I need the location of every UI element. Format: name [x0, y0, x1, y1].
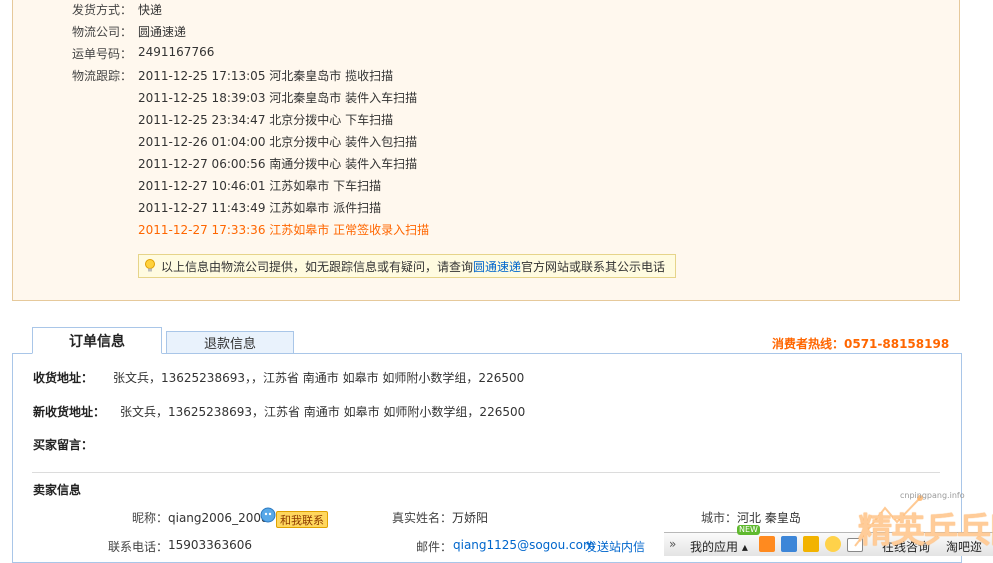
tracking-event: 2011-12-27 06:00:56 南通分拨中心 装件入车扫描 [138, 157, 418, 171]
shipping-method-label: 发货方式： [72, 3, 133, 17]
tracking-number-label: 运单号码： [72, 47, 133, 61]
new-shipping-address-label: 新收货地址： [33, 405, 106, 419]
tracking-event: 2011-12-26 01:04:00 北京分拨中心 装件入包扫描 [138, 135, 418, 149]
tracking-event: 2011-12-25 18:39:03 河北秦皇岛市 装件入车扫描 [138, 91, 418, 105]
watermark-text: 精英乒乓网 [858, 511, 993, 551]
tracking-event-latest: 2011-12-27 17:33:36 江苏如皋市 正常签收录入扫描 [138, 223, 430, 237]
tab-order-info[interactable]: 订单信息 [32, 327, 162, 354]
seller-info-title: 卖家信息 [33, 483, 82, 497]
consumer-hotline: 消费者热线：0571-88158198 [772, 337, 950, 351]
tracking-event: 2011-12-27 10:46:01 江苏如皋市 下车扫描 [138, 179, 382, 193]
app-icon-yellow[interactable] [803, 536, 819, 552]
lightbulb-icon [143, 259, 157, 273]
watermark-url: cnpingpang.info [900, 491, 965, 500]
tracking-label: 物流跟踪： [72, 69, 133, 83]
tracking-event: 2011-12-27 11:43:49 江苏如皋市 派件扫描 [138, 201, 382, 215]
tracking-event: 2011-12-25 23:34:47 北京分拨中心 下车扫描 [138, 113, 394, 127]
app-icon-blue[interactable] [781, 536, 797, 552]
seller-realname-label: 真实姓名： [392, 511, 453, 525]
tip-prefix: 以上信息由物流公司提供，如无跟踪信息或有疑问，请查询 [161, 259, 474, 274]
seller-phone-value: 15903363606 [168, 538, 252, 552]
contact-me-button[interactable]: 和我联系 [276, 511, 328, 528]
seller-city-value: 河北 秦皇岛 [737, 511, 801, 525]
seller-city-label: 城市： [701, 511, 738, 525]
tab-refund-info[interactable]: 退款信息 [166, 331, 294, 354]
app-icon-orange[interactable] [759, 536, 775, 552]
new-badge: NEW [737, 525, 760, 535]
chat-icon[interactable] [260, 507, 276, 523]
courier-site-link[interactable]: 圆通速递 [473, 260, 521, 274]
seller-phone-label: 联系电话： [108, 540, 169, 554]
send-message-link[interactable]: 发送站内信 [585, 538, 645, 555]
seller-email-link[interactable]: qiang1125@sogou.com [453, 538, 595, 552]
logistics-company-value: 圆通速递 [138, 25, 187, 39]
shipping-address-value: 张文兵，13625238693，，江苏省 南通市 如皋市 如师附小数学组，226… [113, 371, 525, 385]
seller-email-label: 邮件： [416, 540, 453, 554]
seller-nick-value: qiang2006_2008 [168, 511, 269, 525]
my-apps-button[interactable]: 我的应用 ▴ [690, 538, 748, 555]
logistics-tip: 以上信息由物流公司提供，如无跟踪信息或有疑问，请查询圆通速递官方网站或联系其公示… [138, 254, 676, 278]
buyer-message-label: 买家留言： [33, 438, 94, 452]
seller-realname-value: 万娇阳 [452, 511, 489, 525]
tracking-event: 2011-12-25 17:13:05 河北秦皇岛市 揽收扫描 [138, 69, 394, 83]
tip-text: 以上信息由物流公司提供，如无跟踪信息或有疑问，请查询圆通速递官方网站或联系其公示… [161, 258, 665, 275]
shipping-method-value: 快递 [138, 3, 163, 17]
seller-nick-label: 昵称： [132, 511, 169, 525]
shipping-address-label: 收货地址： [33, 371, 94, 385]
collapse-icon[interactable]: » [669, 537, 676, 551]
tip-suffix: 官方网站或联系其公示电话 [521, 259, 666, 274]
tracking-number-value: 2491167766 [138, 45, 215, 59]
section-divider [32, 472, 940, 473]
new-shipping-address-value: 张文兵，13625238693，江苏省 南通市 如皋市 如师附小数学组，2265… [120, 405, 526, 419]
app-icon-gold[interactable] [825, 536, 841, 552]
logistics-company-label: 物流公司： [72, 25, 133, 39]
